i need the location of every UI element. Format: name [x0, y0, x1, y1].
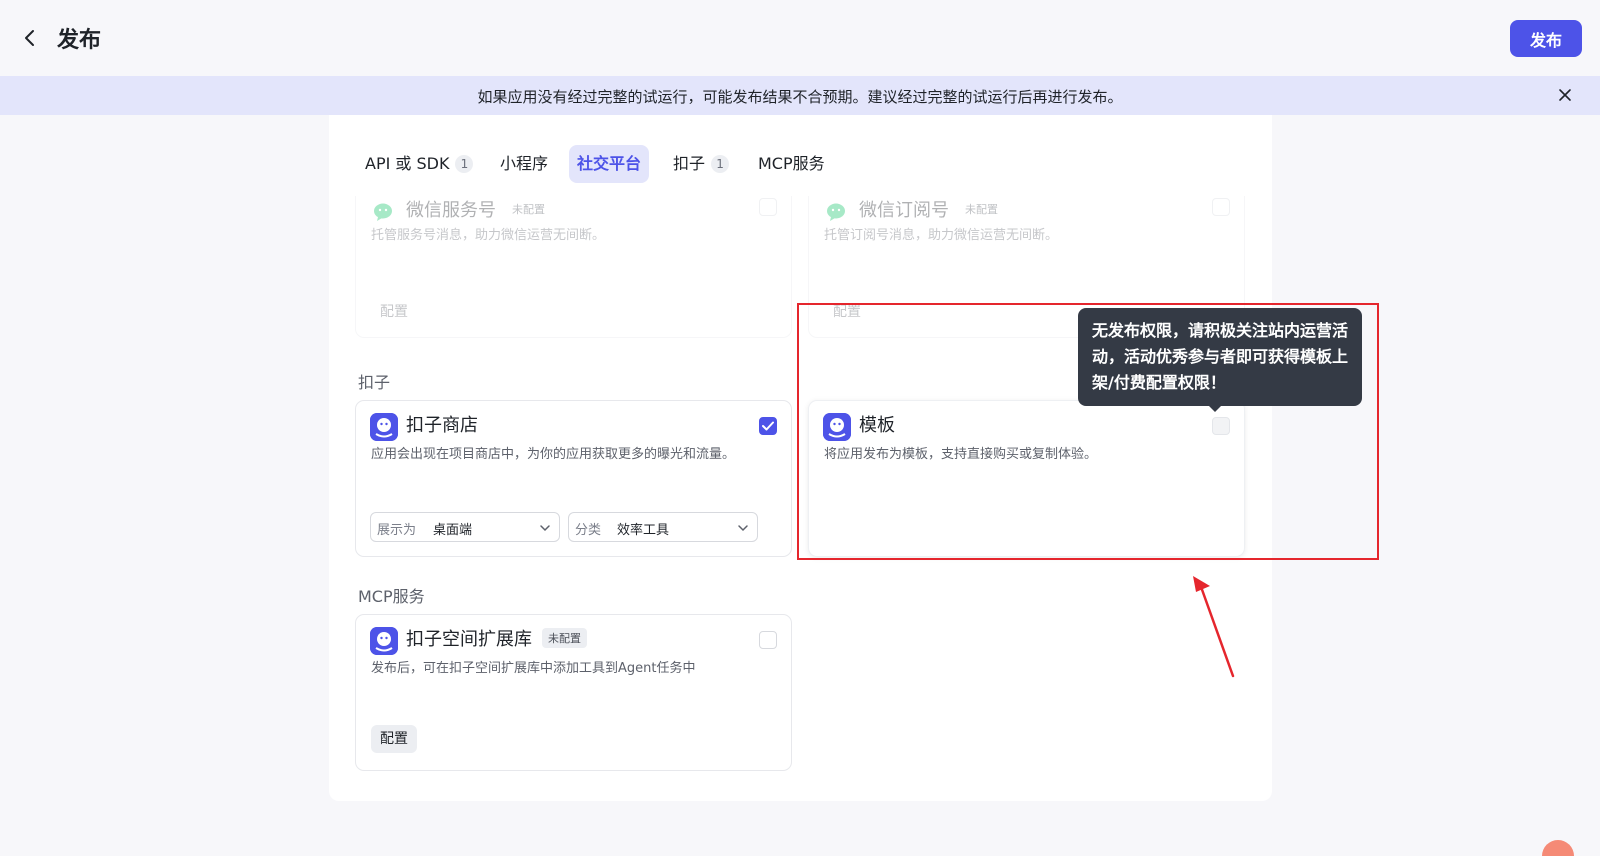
card-description: 应用会出现在项目商店中，为你的应用获取更多的曝光和流量。	[371, 447, 736, 462]
chevron-down-icon	[738, 525, 748, 532]
kouzi-space-checkbox[interactable]	[759, 631, 777, 649]
tab-label: API 或 SDK	[365, 154, 450, 173]
wechat-service-card: 微信服务号 未配置 托管服务号消息，助力微信运营无间断。 配置	[355, 196, 792, 338]
card-description: 发布后，可在扣子空间扩展库中添加工具到Agent任务中	[371, 661, 696, 676]
card-description: 托管服务号消息，助力微信运营无间断。	[371, 228, 606, 243]
section-label-mcp: MCP服务	[358, 587, 425, 606]
card-title: 扣子空间扩展库 未配置	[406, 625, 587, 651]
select-label: 展示为	[377, 523, 417, 538]
assistant-avatar-icon[interactable]	[1542, 840, 1574, 856]
tab-mcp-service[interactable]: MCP服务	[750, 145, 833, 183]
tab-label: 社交平台	[577, 154, 642, 173]
close-icon[interactable]	[1556, 86, 1574, 104]
card-title: 微信订阅号 未配置	[859, 196, 1004, 222]
tab-label: 扣子	[673, 154, 706, 173]
status-badge: 未配置	[542, 628, 587, 648]
kouzi-logo-icon	[370, 627, 398, 655]
tab-count: 1	[455, 155, 474, 173]
status-badge: 未配置	[512, 203, 545, 216]
page-title: 发布	[57, 28, 102, 53]
top-bar: 发布 发布	[0, 0, 1600, 76]
card-title-text: 微信服务号	[406, 200, 496, 221]
display-select[interactable]: 展示为 桌面端	[370, 512, 560, 542]
publish-button[interactable]: 发布	[1510, 20, 1582, 57]
tooltip-arrow	[1208, 405, 1222, 412]
tab-count: 1	[711, 155, 730, 173]
annotation-arrow-icon	[1193, 576, 1235, 678]
config-button[interactable]: 配置	[371, 725, 417, 753]
section-label-kouzi: 扣子	[358, 373, 391, 392]
tab-kouzi[interactable]: 扣子 1	[665, 145, 737, 183]
wechat-subscription-checkbox[interactable]	[1212, 198, 1230, 216]
card-description: 托管订阅号消息，助力微信运营无间断。	[824, 228, 1059, 243]
wechat-icon	[374, 203, 392, 221]
card-title-text: 微信订阅号	[859, 200, 949, 221]
chevron-down-icon	[540, 525, 550, 532]
wechat-service-checkbox[interactable]	[759, 198, 777, 216]
check-icon	[762, 421, 774, 431]
card-title: 扣子商店	[406, 415, 478, 436]
status-badge: 未配置	[965, 203, 998, 216]
kouzi-logo-icon	[370, 413, 398, 441]
tab-mini-program[interactable]: 小程序	[492, 145, 556, 183]
tab-label: 小程序	[500, 154, 549, 173]
select-value: 效率工具	[617, 523, 670, 538]
config-button[interactable]: 配置	[371, 298, 417, 326]
kouzi-store-checkbox[interactable]	[759, 417, 777, 435]
warning-banner: 如果应用没有经过完整的试运行，可能发布结果不合预期。建议经过完整的试运行后再进行…	[0, 76, 1600, 115]
card-title: 微信服务号 未配置	[406, 196, 551, 222]
back-arrow-icon[interactable]	[18, 26, 42, 50]
wechat-icon	[827, 203, 845, 221]
tab-label: MCP服务	[758, 154, 825, 173]
banner-text: 如果应用没有经过完整的试运行，可能发布结果不合预期。建议经过完整的试运行后再进行…	[477, 88, 1123, 106]
tab-social-platform[interactable]: 社交平台	[569, 145, 650, 183]
select-label: 分类	[575, 523, 602, 538]
card-title-text: 扣子空间扩展库	[406, 629, 532, 650]
no-permission-tooltip: 无发布权限，请积极关注站内运营活动，活动优秀参与者即可获得模板上架/付费配置权限…	[1078, 308, 1362, 406]
select-value: 桌面端	[433, 523, 473, 538]
category-select[interactable]: 分类 效率工具	[568, 512, 758, 542]
tab-api-sdk[interactable]: API 或 SDK 1	[357, 145, 481, 183]
kouzi-space-extension-card: 扣子空间扩展库 未配置 发布后，可在扣子空间扩展库中添加工具到Agent任务中 配…	[355, 614, 792, 771]
kouzi-store-card: 扣子商店 应用会出现在项目商店中，为你的应用获取更多的曝光和流量。 展示为 桌面…	[355, 400, 792, 557]
